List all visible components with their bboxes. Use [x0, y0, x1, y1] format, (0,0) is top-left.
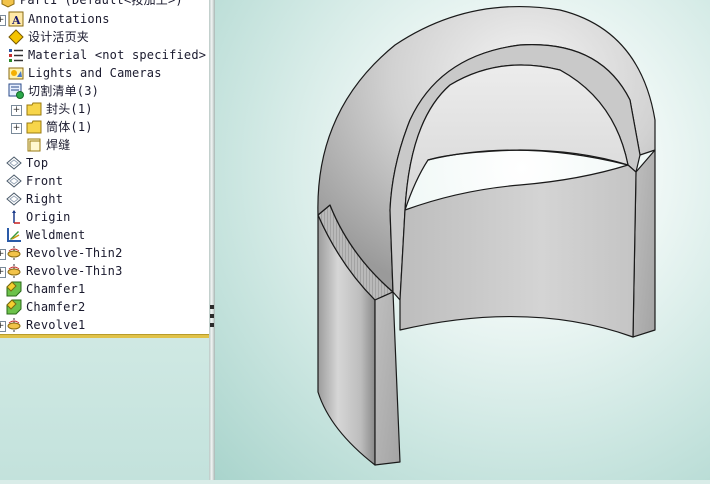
tree-item-label: Revolve-Thin2	[26, 246, 123, 260]
expand-toggle[interactable]: +	[11, 105, 22, 116]
plane-icon	[6, 192, 22, 206]
chamfer-icon	[6, 281, 22, 297]
tree-item-label: Origin	[26, 210, 71, 224]
lights-cameras-icon	[8, 67, 24, 80]
tree-item-right-plane[interactable]: Right	[6, 190, 63, 208]
annotations-icon: A	[8, 11, 24, 27]
tree-item-label: Annotations	[28, 12, 110, 26]
tree-item-label: 封头(1)	[46, 102, 93, 116]
tree-item-label: 焊缝	[46, 138, 71, 152]
weldment-icon	[7, 228, 21, 242]
tree-item-label: Chamfer1	[26, 282, 86, 296]
tree-item-label: Material <not specified>	[28, 48, 207, 62]
3d-model-render[interactable]	[215, 0, 710, 480]
plane-icon	[6, 174, 22, 188]
tree-item-cut-list[interactable]: 切割清单(3)	[8, 82, 99, 100]
design-binder-icon	[8, 29, 24, 45]
tree-item-weldment[interactable]: Weldment	[6, 226, 85, 244]
tree-item-cut-list-folder-shell[interactable]: 筒体(1)	[26, 118, 93, 136]
tree-item-label: Revolve1	[26, 318, 86, 332]
tree-item-part-root[interactable]: Part1 (Default<按加工>)	[0, 0, 183, 9]
origin-icon	[12, 210, 20, 224]
graphics-viewport[interactable]	[215, 0, 710, 480]
tree-item-weld-bead-folder[interactable]: 焊缝	[26, 136, 70, 154]
folder-icon	[26, 120, 42, 134]
tree-item-annotations[interactable]: A Annotations	[8, 10, 110, 28]
tree-item-label: Chamfer2	[26, 300, 86, 314]
svg-text:A: A	[11, 14, 21, 27]
splitter-grip[interactable]	[210, 323, 214, 327]
material-icon	[9, 49, 23, 62]
inner-cylinder-face	[399, 164, 637, 338]
chamfer-icon	[6, 299, 22, 315]
tree-item-label: Lights and Cameras	[28, 66, 162, 80]
tree-item-cut-list-folder-head[interactable]: 封头(1)	[26, 100, 93, 118]
tree-item-revolve-thin3[interactable]: Revolve-Thin3	[6, 262, 123, 280]
tree-item-revolve-thin2[interactable]: Revolve-Thin2	[6, 244, 123, 262]
tree-item-design-binder[interactable]: 设计活页夹	[8, 28, 89, 46]
tree-item-label: Right	[26, 192, 64, 206]
cut-list-icon	[8, 83, 24, 99]
tree-item-label: Front	[26, 174, 64, 188]
splitter-grip[interactable]	[210, 314, 214, 318]
tree-item-top-plane[interactable]: Top	[6, 154, 48, 172]
tree-item-label: 切割清单(3)	[28, 84, 100, 98]
expand-toggle[interactable]: +	[0, 15, 6, 26]
tree-item-label: Weldment	[26, 228, 86, 242]
tree-item-chamfer1[interactable]: Chamfer1	[6, 280, 85, 298]
tree-item-label: Part1 (Default<按加工>)	[20, 0, 183, 7]
tree-item-label: Revolve-Thin3	[26, 264, 123, 278]
part-icon	[1, 0, 15, 8]
revolve-icon	[7, 246, 21, 260]
tree-item-lights-cameras[interactable]: Lights and Cameras	[8, 64, 162, 82]
tree-item-origin[interactable]: Origin	[6, 208, 71, 226]
tree-item-material[interactable]: Material <not specified>	[8, 46, 206, 64]
feature-manager-tree: Part1 (Default<按加工>) + A Annotations 设计活…	[0, 0, 209, 480]
expand-toggle[interactable]: +	[11, 123, 22, 134]
splitter-grip[interactable]	[210, 305, 214, 309]
tree-item-revolve1[interactable]: Revolve1	[6, 316, 85, 334]
weld-bead-folder-icon	[27, 138, 41, 152]
tree-item-label: 设计活页夹	[28, 30, 90, 44]
tree-rollback-bar[interactable]	[0, 334, 209, 338]
plane-icon	[6, 156, 22, 170]
revolve-icon	[7, 264, 21, 278]
revolve-icon	[7, 318, 21, 332]
tree-item-label: 筒体(1)	[46, 120, 93, 134]
tree-item-front-plane[interactable]: Front	[6, 172, 63, 190]
cut-section-left	[374, 291, 401, 466]
tree-item-chamfer2[interactable]: Chamfer2	[6, 298, 85, 316]
tree-item-label: Top	[26, 156, 49, 170]
folder-icon	[26, 102, 42, 116]
